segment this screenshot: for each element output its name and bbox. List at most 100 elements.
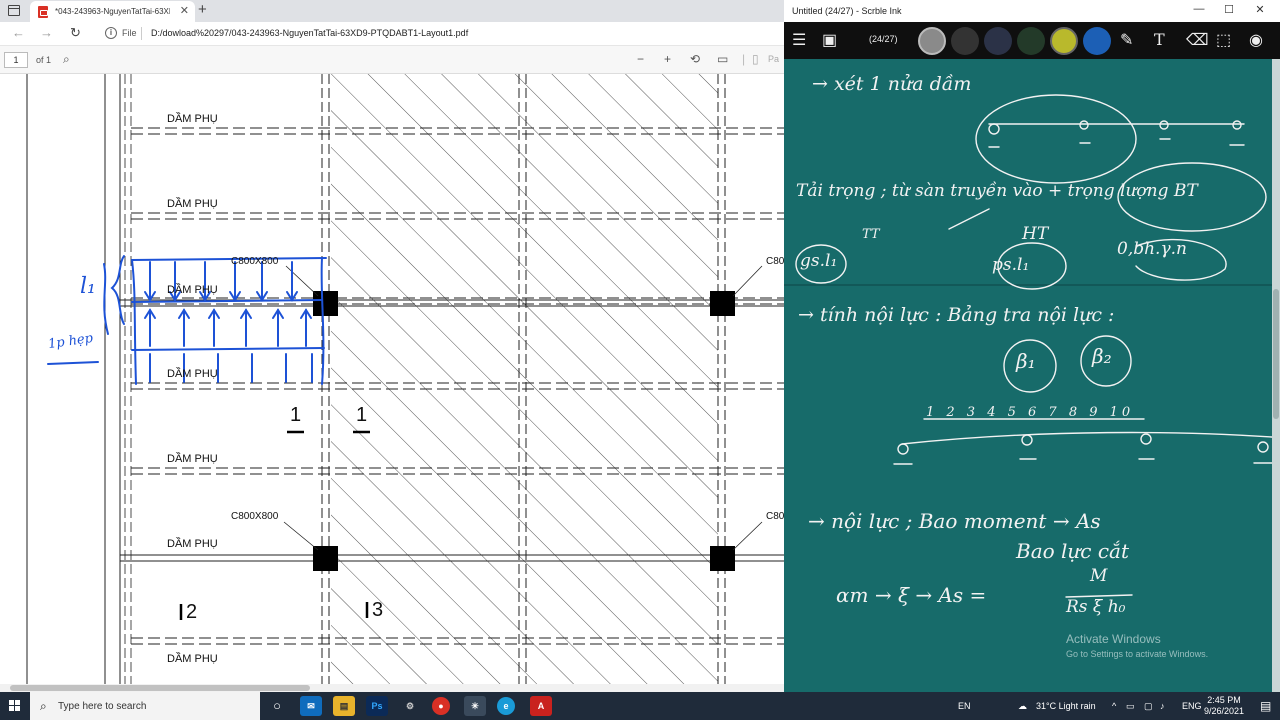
activate-windows-subtitle: Go to Settings to activate Windows.	[1066, 649, 1209, 659]
beam-label: DẦM PHỤ	[167, 198, 218, 210]
display-icon[interactable]: ▢	[1144, 701, 1153, 712]
activate-windows-title: Activate Windows	[1066, 632, 1161, 646]
note-beta-2: β₂	[1092, 344, 1112, 368]
note-line-7: αm → ξ → As =	[836, 583, 987, 607]
pdf-browser-window: *043-243963-NguyenTatTai-63XD9 ✕ + ← → ↻…	[0, 0, 784, 692]
clock-time: 2:45 PM	[1207, 695, 1241, 705]
weather-text[interactable]: 31°C Light rain	[1036, 701, 1096, 711]
address-url[interactable]: D:/dowload%20297/043-243963-NguyenTatTai…	[151, 28, 468, 38]
horizontal-scrollbar[interactable]	[0, 684, 784, 692]
beam-label: DẦM PHỤ	[167, 538, 218, 550]
beam-label: DẦM PHỤ	[167, 284, 218, 296]
address-bar: ← → ↻ i File D:/dowload%20297/043-243963…	[0, 22, 784, 46]
taskbar: ⌕ Type here to search ○ ✉ ▤ Ps ⚙ ● ✳ e A…	[0, 692, 1280, 720]
tray-chevron-icon[interactable]: ^	[1112, 701, 1116, 711]
taskbar-search[interactable]: ⌕ Type here to search	[30, 692, 260, 720]
search-icon: ⌕	[40, 699, 47, 713]
column-label: C80	[766, 256, 784, 267]
page-total: of 1	[36, 55, 52, 65]
note-line-6: Bao lực cắt	[1016, 539, 1130, 563]
column-c2	[710, 291, 735, 316]
eraser-icon[interactable]: ⌫	[1186, 30, 1209, 50]
page-view-icon[interactable]: ▯	[752, 52, 759, 66]
maximize-button[interactable]: ☐	[1214, 3, 1244, 16]
scrble-ink-app-icon[interactable]: ✳	[464, 696, 486, 716]
scrble-ink-window: Untitled (24/27) - Scrble Ink — ☐ ✕ ☰ ▣ …	[784, 0, 1280, 692]
language-indicator[interactable]: EN	[958, 701, 971, 711]
view-icon[interactable]: ◉	[1249, 30, 1263, 50]
tab-title: *043-243963-NguyenTatTai-63XD9	[55, 7, 170, 16]
scroll-thumb[interactable]	[10, 685, 310, 691]
file-explorer-icon[interactable]: ▤	[333, 696, 355, 716]
info-icon[interactable]: i	[105, 27, 117, 39]
color-swatch-yellow[interactable]	[1050, 27, 1078, 55]
color-swatch-navy[interactable]	[984, 27, 1012, 55]
note-frac-den: Rs ξ h₀	[1066, 597, 1126, 617]
new-tab-button[interactable]: +	[198, 1, 207, 18]
section-label: 3	[372, 599, 384, 621]
chrome-icon[interactable]: ●	[432, 697, 450, 715]
beam-label: DẦM PHỤ	[167, 368, 218, 380]
volume-icon[interactable]: ♪	[1160, 701, 1165, 711]
text-tool-icon[interactable]: T	[1154, 30, 1165, 49]
note-frac-num: M	[1090, 566, 1108, 586]
column-label: C800X800	[231, 511, 279, 522]
close-button[interactable]: ✕	[1245, 3, 1275, 16]
settings-app-icon[interactable]: ⚙	[399, 696, 421, 716]
handwritten-l1: l₁	[80, 274, 96, 299]
weather-icon[interactable]: ☁	[1018, 701, 1027, 712]
search-icon[interactable]: ⌕	[63, 52, 70, 67]
pdf-drawing-canvas[interactable]: DẦM PHỤ DẦM PHỤ DẦM PHỤ DẦM PHỤ DẦM PHỤ …	[0, 74, 784, 684]
menu-icon[interactable]: ☰	[792, 30, 806, 50]
ink-note-canvas[interactable]: → xét 1 nửa dầm Tải trọng ; từ sàn truyề…	[784, 59, 1280, 692]
network-icon[interactable]: ▭	[1126, 701, 1135, 712]
mail-icon[interactable]: ✉	[300, 696, 322, 716]
ink-toolbar: ☰ ▣ (24/27) ✎ T ⌫ ⬚ ◉	[784, 22, 1280, 59]
column-label: C800X800	[231, 256, 279, 267]
section-label: 1	[290, 404, 302, 426]
ink-scroll-thumb[interactable]	[1273, 289, 1279, 419]
minimize-button[interactable]: —	[1184, 3, 1214, 15]
photoshop-icon[interactable]: Ps	[366, 696, 388, 716]
close-tab-icon[interactable]: ✕	[180, 4, 189, 17]
ink-scrollbar[interactable]	[1272, 59, 1280, 692]
note-line-2: Tải trọng ; từ sàn truyền vào + trọng lư…	[796, 181, 1198, 201]
page-number-input[interactable]: 1	[4, 52, 28, 68]
clock-date: 9/26/2021	[1203, 706, 1245, 716]
beam-label: DẦM PHỤ	[167, 113, 218, 125]
note-self-weight: 0,bh.γ.n	[1117, 239, 1187, 259]
edge-icon[interactable]: e	[497, 697, 515, 715]
ruler-icon[interactable]: ✎	[1120, 30, 1133, 50]
acrobat-icon[interactable]: A	[530, 696, 552, 716]
page-view-label[interactable]: Pa	[768, 54, 779, 64]
save-icon[interactable]: ▣	[822, 30, 837, 50]
notifications-icon[interactable]: ▤	[1260, 699, 1271, 713]
column-label: C80	[766, 511, 784, 522]
pen-tool-icon[interactable]	[918, 27, 946, 55]
ink-title-bar: Untitled (24/27) - Scrble Ink — ☐ ✕	[784, 0, 1280, 22]
rotate-icon[interactable]: ⟲	[690, 52, 700, 66]
reload-icon[interactable]: ↻	[70, 25, 81, 41]
clock[interactable]: 2:45 PM 9/26/2021	[1198, 695, 1250, 717]
pdf-toolbar: 1 of 1 ⌕ − + ⟲ ▭ | ▯ Pa	[0, 46, 784, 74]
window-menu-icon[interactable]	[8, 5, 20, 16]
color-swatch-green[interactable]	[1017, 27, 1045, 55]
note-ticks: 1 2 3 4 5 6 7 8 9 10	[926, 405, 1135, 420]
forward-icon[interactable]: →	[40, 25, 53, 40]
zoom-out-button[interactable]: −	[637, 52, 644, 66]
column-c3	[313, 546, 338, 571]
back-icon[interactable]: ←	[12, 25, 25, 40]
select-tool-icon[interactable]: ⬚	[1216, 30, 1231, 50]
note-line-5: → nội lực ; Bao moment → As	[808, 509, 1101, 533]
beam-label: DẦM PHỤ	[167, 653, 218, 665]
fit-page-icon[interactable]: ▭	[717, 52, 728, 66]
color-swatch-dark[interactable]	[951, 27, 979, 55]
note-beta-1: β₁	[1016, 349, 1036, 373]
windows-start-icon[interactable]	[9, 700, 21, 712]
tab-pdf[interactable]: *043-243963-NguyenTatTai-63XD9 ✕	[30, 1, 195, 22]
lasso-tool-icon[interactable]	[1083, 27, 1111, 55]
beam-label: DẦM PHỤ	[167, 453, 218, 465]
note-ps: ps.l₁	[992, 255, 1030, 275]
zoom-in-button[interactable]: +	[664, 52, 671, 66]
cortana-icon[interactable]: ○	[266, 696, 288, 716]
